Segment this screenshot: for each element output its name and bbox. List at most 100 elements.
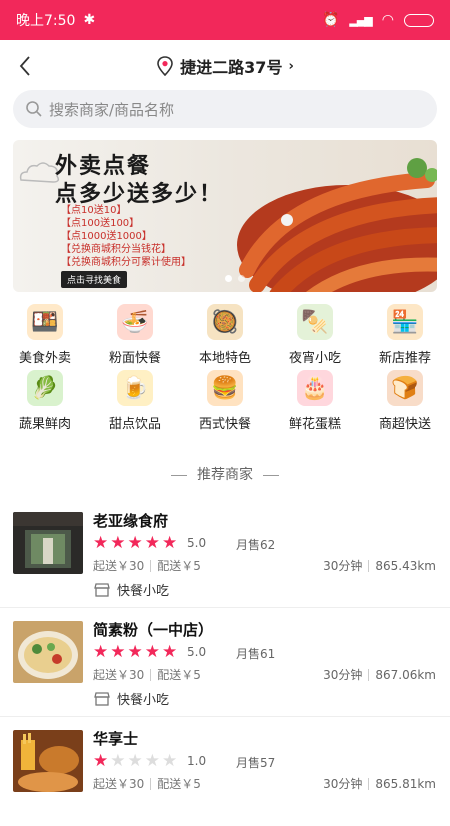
banner-cta-button[interactable]: 点击寻找美食 <box>61 271 128 288</box>
rating-value: 5.0 <box>187 536 207 550</box>
divider <box>150 559 152 572</box>
category-label: 本地特色 <box>198 351 251 366</box>
drink-icon: 🍺 <box>117 370 153 406</box>
location-selector[interactable]: 捷进二路37号 › <box>156 54 294 78</box>
delivery-info: 30分钟 867.06km <box>323 666 436 683</box>
banner-promo: 【点100送100】 <box>61 218 140 229</box>
category-item[interactable]: 🍺 甜点饮品 <box>90 366 180 432</box>
distance: 865.43km <box>375 558 436 573</box>
category-item[interactable]: 🍞 商超快送 <box>360 366 450 432</box>
category-row: 🥬 蔬果鲜肉 🍺 甜点饮品 🍔 西式快餐 🎂 鲜花蛋糕 🍞 商超快送 <box>0 366 450 432</box>
banner-pagination <box>225 275 245 282</box>
shop-tag-label: 快餐小吃 <box>117 584 170 599</box>
shop-name: 简素粉（一中店） <box>93 621 214 639</box>
store-icon <box>94 691 110 706</box>
star-icon: ★ <box>162 533 178 553</box>
category-label: 商超快送 <box>378 417 431 432</box>
category-item[interactable]: 🥘 本地特色 <box>180 300 270 366</box>
category-item[interactable]: 🏪 新店推荐 <box>360 300 450 366</box>
search-placeholder: 搜索商家/商品名称 <box>49 100 175 119</box>
shop-tag: 快餐小吃 <box>93 580 169 599</box>
delivery-fee: 配送￥5 <box>157 668 201 682</box>
shop-name: 老亚缘食府 <box>93 512 169 530</box>
status-icons: ⏰ ▂▄▆ ◠ <box>322 12 434 28</box>
shop-list-item[interactable]: 简素粉（一中店） ★ ★ ★ ★ ★ 5.0 月售61 起送￥30 配送￥5 3… <box>0 609 450 717</box>
local-dish-icon: 🥘 <box>207 304 243 340</box>
category-label: 鲜花蛋糕 <box>288 417 341 432</box>
shop-tag: 快餐小吃 <box>93 689 169 708</box>
shop-list-item[interactable]: 华享士 ★ ★ ★ ★ ★ 1.0 月售57 起送￥30 配送￥5 30分钟 8… <box>0 718 450 826</box>
monthly-sales: 月售62 <box>236 538 276 552</box>
status-bar: 晚上7:50 ✱ ⏰ ▂▄▆ ◠ <box>0 0 450 40</box>
banner-promo: 【兑换商城积分当钱花】 <box>61 244 171 255</box>
banner-promo: 【点1000送1000】 <box>61 231 152 242</box>
delivery-fee: 配送￥5 <box>157 777 201 791</box>
star-rating: ★ ★ ★ ★ ★ <box>93 534 177 552</box>
min-order: 起送￥30 <box>93 668 145 682</box>
min-order: 起送￥30 <box>93 777 145 791</box>
back-arrow-icon[interactable] <box>16 54 36 78</box>
delivery-info: 30分钟 865.81km <box>323 775 436 792</box>
star-rating: ★ ★ ★ ★ ★ <box>93 752 177 770</box>
category-label: 新店推荐 <box>378 351 431 366</box>
shop-fees: 起送￥30 配送￥5 <box>93 557 201 574</box>
shop-tag-label: 快餐小吃 <box>117 693 170 708</box>
skewer-icon: 🍢 <box>297 304 333 340</box>
takeout-icon: 🍱 <box>27 304 63 340</box>
category-label: 美食外卖 <box>18 351 71 366</box>
star-icon: ★ <box>127 751 143 771</box>
banner-promo: 【点10送10】 <box>61 205 127 216</box>
category-item[interactable]: 🍢 夜宵小吃 <box>270 300 360 366</box>
star-icon: ★ <box>127 642 143 662</box>
category-label: 甜点饮品 <box>108 417 161 432</box>
shop-thumbnail <box>13 512 83 574</box>
star-icon: ★ <box>110 533 126 553</box>
star-icon: ★ <box>162 642 178 662</box>
search-bar[interactable]: 搜索商家/商品名称 <box>13 90 437 128</box>
star-rating: ★ ★ ★ ★ ★ <box>93 643 177 661</box>
battery-icon <box>404 13 434 27</box>
pagination-dot[interactable] <box>225 275 232 282</box>
alarm-icon: ⏰ <box>321 12 340 28</box>
banner-promo: 【兑换商城积分可累计使用】 <box>61 257 191 268</box>
divider <box>150 777 152 790</box>
category-item[interactable]: 🍜 粉面快餐 <box>90 300 180 366</box>
category-item[interactable]: 🥬 蔬果鲜肉 <box>0 366 90 432</box>
min-order: 起送￥30 <box>93 559 145 573</box>
star-icon: ★ <box>93 751 109 771</box>
shop-thumbnail <box>13 621 83 683</box>
star-icon: ★ <box>93 533 109 553</box>
star-icon: ★ <box>110 751 126 771</box>
category-label: 蔬果鲜肉 <box>18 417 71 432</box>
promo-banner[interactable]: 外卖点餐 点多少送多少！ 【点10送10】 【点100送100】 【点1000送… <box>13 140 437 292</box>
shop-list-item[interactable]: 老亚缘食府 ★ ★ ★ ★ ★ 5.0 月售62 起送￥30 配送￥5 30分钟… <box>0 500 450 608</box>
rating-value: 5.0 <box>187 645 207 659</box>
star-icon: ★ <box>110 642 126 662</box>
status-time: 晚上7:50 <box>16 13 76 29</box>
burger-icon: 🍔 <box>207 370 243 406</box>
delivery-info: 30分钟 865.43km <box>323 557 436 574</box>
category-grid: 🍱 美食外卖 🍜 粉面快餐 🥘 本地特色 🍢 夜宵小吃 🏪 新店推荐 🥬 蔬果鲜… <box>0 300 450 432</box>
monthly-sales: 月售61 <box>236 647 276 661</box>
store-icon <box>94 582 110 597</box>
chevron-right-icon: › <box>288 58 294 74</box>
category-item[interactable]: 🎂 鲜花蛋糕 <box>270 366 360 432</box>
signal-icon: ▂▄▆ <box>349 13 372 27</box>
category-label: 西式快餐 <box>198 417 251 432</box>
shop-thumbnail <box>13 730 83 792</box>
pagination-dot[interactable] <box>238 275 245 282</box>
section-title-text: 推荐商家 <box>197 467 253 483</box>
category-item[interactable]: 🍔 西式快餐 <box>180 366 270 432</box>
divider <box>368 777 370 790</box>
cake-icon: 🎂 <box>297 370 333 406</box>
header: 捷进二路37号 › <box>0 46 450 86</box>
recommended-section-title: 推荐商家 <box>0 464 450 484</box>
divider <box>368 668 370 681</box>
location-label: 捷进二路37号 <box>180 58 283 77</box>
wifi-icon: ◠ <box>381 12 394 28</box>
star-icon: ★ <box>127 533 143 553</box>
search-icon <box>26 101 42 117</box>
category-item[interactable]: 🍱 美食外卖 <box>0 300 90 366</box>
delivery-time: 30分钟 <box>323 777 363 791</box>
delivery-time: 30分钟 <box>323 668 363 682</box>
